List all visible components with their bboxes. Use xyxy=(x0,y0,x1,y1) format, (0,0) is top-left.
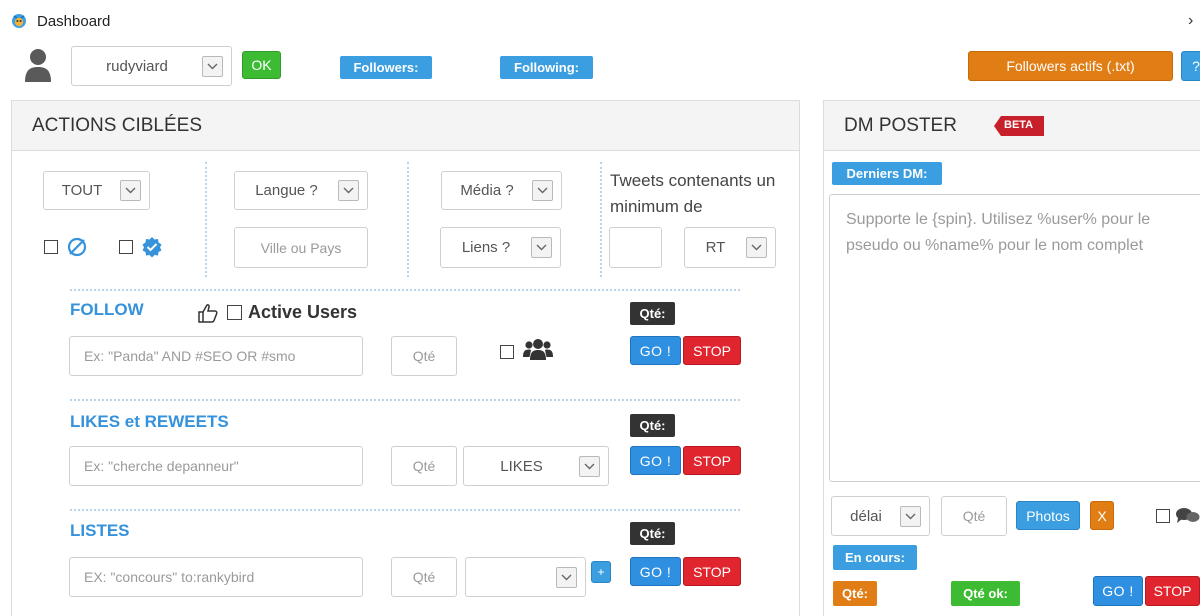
chevron-down-icon xyxy=(202,55,223,77)
lists-select[interactable] xyxy=(465,557,586,597)
chevron-down-icon xyxy=(120,180,141,201)
account-select[interactable]: rudyviard xyxy=(71,46,232,86)
photos-button[interactable]: Photos xyxy=(1016,501,1080,530)
account-select-value: rudyviard xyxy=(106,57,168,75)
lists-qty-badge: Qté: xyxy=(630,522,675,545)
delay-select[interactable]: délai xyxy=(831,496,930,536)
section-divider xyxy=(70,509,740,511)
chevron-down-icon xyxy=(556,566,577,588)
lists-section-title: LISTES xyxy=(70,521,130,540)
window-titlebar: Dashboard › xyxy=(0,0,1200,42)
follow-qty-badge: Qté: xyxy=(630,302,675,325)
dm-qty-input[interactable]: Qté xyxy=(941,496,1007,536)
thumbs-up-icon xyxy=(197,302,219,324)
lists-go-button[interactable]: GO ! xyxy=(630,557,681,586)
media-select[interactable]: Média ? xyxy=(441,171,562,210)
dm-stop-button[interactable]: STOP xyxy=(1145,576,1200,606)
likes-mode-select[interactable]: LIKES xyxy=(463,446,609,486)
likes-query-input[interactable]: Ex: "cherche depanneur" xyxy=(69,446,363,486)
scope-select[interactable]: TOUT xyxy=(43,171,150,210)
chevron-down-icon xyxy=(531,237,552,258)
location-input[interactable]: Ville ou Pays xyxy=(234,227,368,268)
panel-title: ACTIONS CIBLÉES xyxy=(32,114,202,136)
help-button[interactable]: ? xyxy=(1181,51,1200,81)
panel-title: DM POSTER xyxy=(844,114,957,136)
export-active-followers-button[interactable]: Followers actifs (.txt) xyxy=(968,51,1173,81)
filter-divider xyxy=(407,162,409,277)
follow-qty-input[interactable]: Qté xyxy=(391,336,457,376)
dm-message-textarea[interactable]: Supporte le {spin}. Utilisez %user% pour… xyxy=(829,194,1200,482)
follow-stop-button[interactable]: STOP xyxy=(683,336,741,365)
remove-photo-button[interactable]: X xyxy=(1090,501,1114,530)
dm-message-placeholder: Supporte le {spin}. Utilisez %user% pour… xyxy=(846,211,1151,254)
users-group-icon xyxy=(523,337,553,361)
beta-badge-label: BETA xyxy=(1004,119,1034,131)
media-select-value: Média ? xyxy=(460,182,514,199)
language-select-value: Langue ? xyxy=(255,182,318,199)
only-verified-checkbox[interactable] xyxy=(119,240,133,254)
rt-select[interactable]: RT xyxy=(684,227,776,268)
rt-select-value: RT xyxy=(705,239,726,256)
chevron-down-icon xyxy=(900,505,921,527)
in-progress-badge: En cours: xyxy=(833,545,917,570)
chat-bubbles-icon xyxy=(1175,505,1200,527)
likes-qty-input[interactable]: Qté xyxy=(391,446,457,486)
app-logo-icon xyxy=(11,13,27,29)
dm-qty-badge: Qté: xyxy=(833,581,877,606)
section-divider xyxy=(70,289,740,291)
likes-mode-select-value: LIKES xyxy=(500,457,543,475)
active-users-label: Active Users xyxy=(248,302,358,322)
add-list-button[interactable]: + xyxy=(591,561,611,583)
likes-qty-badge: Qté: xyxy=(630,414,675,437)
delay-select-value: délai xyxy=(850,507,882,525)
follow-go-button[interactable]: GO ! xyxy=(630,336,681,365)
no-verified-icon xyxy=(66,236,88,258)
filter-divider xyxy=(205,162,207,277)
verified-badge-icon xyxy=(141,236,163,258)
likes-stop-button[interactable]: STOP xyxy=(683,446,741,475)
chevron-down-icon xyxy=(532,180,553,201)
tweets-min-label: Tweets contenants un minimum de xyxy=(610,171,776,216)
followers-count-badge: Followers: xyxy=(340,56,432,79)
chevron-down-icon xyxy=(338,180,359,201)
beta-badge: BETA xyxy=(993,115,1045,137)
filter-divider xyxy=(600,162,602,277)
links-select[interactable]: Liens ? xyxy=(440,227,561,268)
active-users-checkbox[interactable] xyxy=(227,305,242,320)
follow-section-title: FOLLOW xyxy=(70,300,144,319)
lists-stop-button[interactable]: STOP xyxy=(683,557,741,586)
tweets-min-input[interactable] xyxy=(609,227,662,268)
lists-query-input[interactable]: EX: "concours" to:rankybird xyxy=(69,557,363,597)
last-dm-badge: Derniers DM: xyxy=(832,162,942,185)
dm-chat-checkbox[interactable] xyxy=(1156,509,1170,523)
chevron-down-icon xyxy=(746,237,767,258)
follow-group-checkbox[interactable] xyxy=(500,345,514,359)
dm-go-button[interactable]: GO ! xyxy=(1093,576,1143,606)
chevron-down-icon xyxy=(579,455,600,477)
dm-qty-ok-badge: Qté ok: xyxy=(951,581,1020,606)
user-avatar-icon xyxy=(24,48,52,82)
language-select[interactable]: Langue ? xyxy=(234,171,368,210)
panel-header: ACTIONS CIBLÉES xyxy=(12,101,799,151)
likes-go-button[interactable]: GO ! xyxy=(630,446,681,475)
links-select-value: Liens ? xyxy=(461,239,511,256)
likes-section-title: LIKES et REWEETS xyxy=(70,412,229,431)
close-icon[interactable]: › xyxy=(1188,12,1193,30)
section-divider xyxy=(70,399,740,401)
scope-select-value: TOUT xyxy=(61,182,103,199)
lists-qty-input[interactable]: Qté xyxy=(391,557,457,597)
follow-query-input[interactable]: Ex: "Panda" AND #SEO OR #smo xyxy=(69,336,363,376)
ok-button[interactable]: OK xyxy=(242,51,281,79)
following-count-badge: Following: xyxy=(500,56,593,79)
window-title: Dashboard xyxy=(37,13,111,30)
exclude-verified-checkbox[interactable] xyxy=(44,240,58,254)
